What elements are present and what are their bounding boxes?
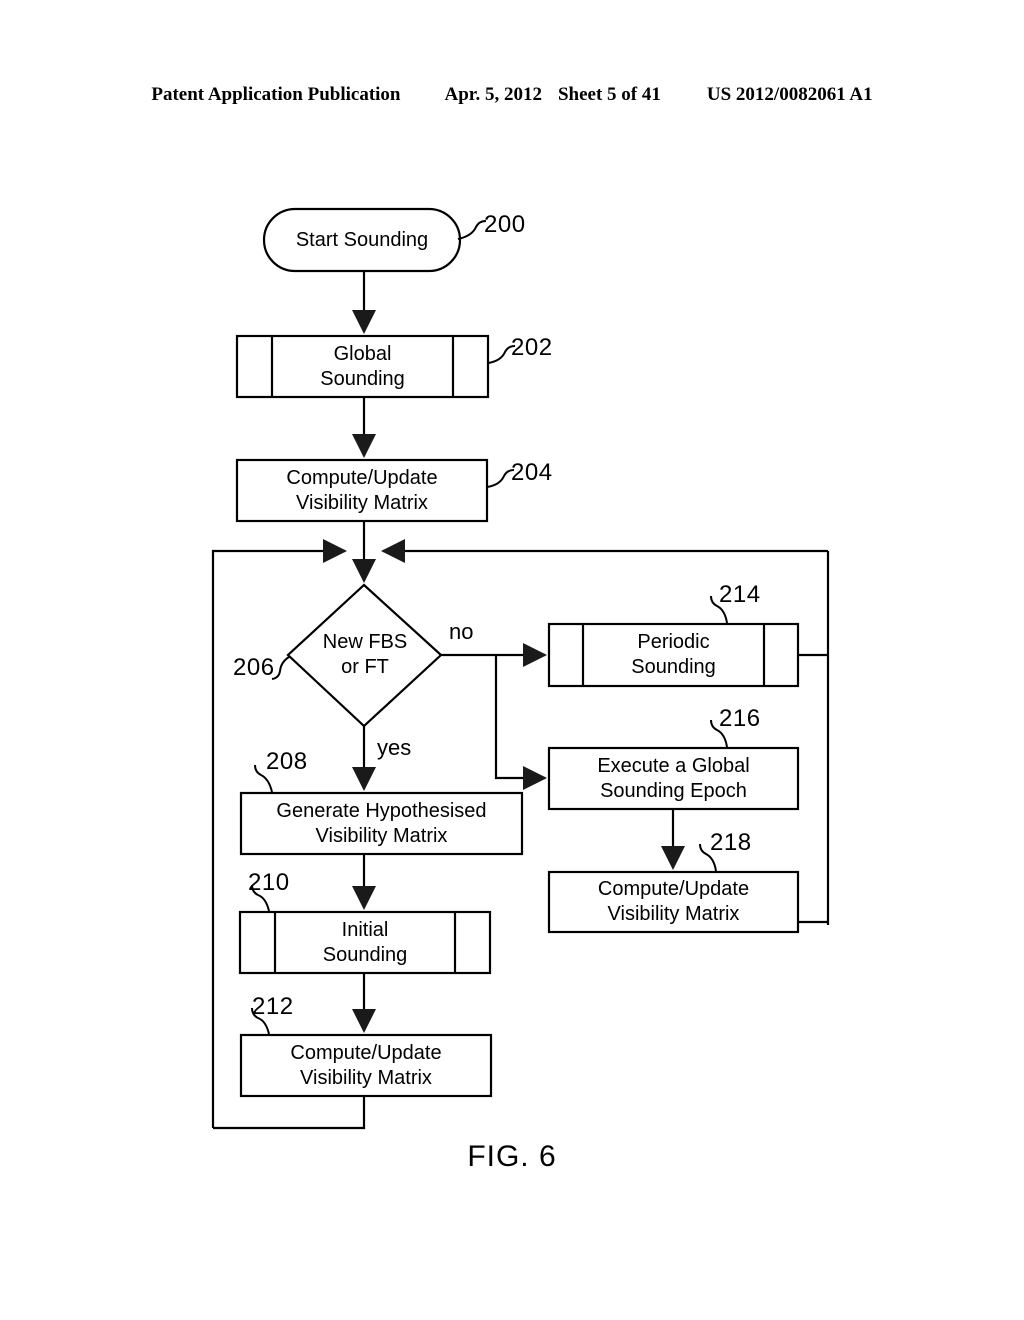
node-shape-execute-global-epoch [547, 746, 800, 811]
node-shape-generate-hypothesised [239, 791, 524, 856]
edge-label-yes: yes [377, 735, 412, 760]
node-shape-initial-sounding [238, 910, 492, 975]
node-shape-periodic-sounding [547, 622, 800, 688]
edge-212-to-loop-return [213, 1096, 366, 1130]
patent-figure-page: Patent Application Publication Apr. 5, 2… [0, 0, 1024, 1320]
ref-number-212: 212 [252, 993, 294, 1020]
node-shape-start-sounding [262, 207, 462, 273]
ref-number-204: 204 [511, 459, 553, 486]
node-shape-decision-new-fbs-or-ft [286, 583, 443, 728]
ref-number-206: 206 [233, 654, 275, 681]
ref-number-210: 210 [248, 869, 290, 896]
edge-206-no-to-216 [494, 655, 548, 791]
node-shape-global-sounding [235, 334, 490, 399]
figure-caption: FIG. 6 [467, 1140, 557, 1173]
node-shape-compute-update-218 [547, 870, 800, 934]
ref-number-208: 208 [266, 748, 308, 775]
flowchart-svg [211, 207, 830, 1130]
ref-number-200: 200 [484, 211, 526, 238]
node-shape-compute-update-204 [235, 458, 489, 523]
edge-label-no: no [449, 619, 474, 644]
flowchart-figure: Start Sounding Global Sounding Compute/U… [0, 0, 1024, 1320]
ref-leader-206 [271, 656, 290, 680]
node-shape-compute-update-212 [239, 1033, 493, 1098]
ref-number-216: 216 [719, 705, 761, 732]
ref-number-214: 214 [719, 581, 761, 608]
ref-leader-200 [457, 220, 487, 240]
ref-leader-204 [486, 469, 515, 488]
ref-number-218: 218 [710, 829, 752, 856]
ref-number-202: 202 [511, 334, 553, 361]
